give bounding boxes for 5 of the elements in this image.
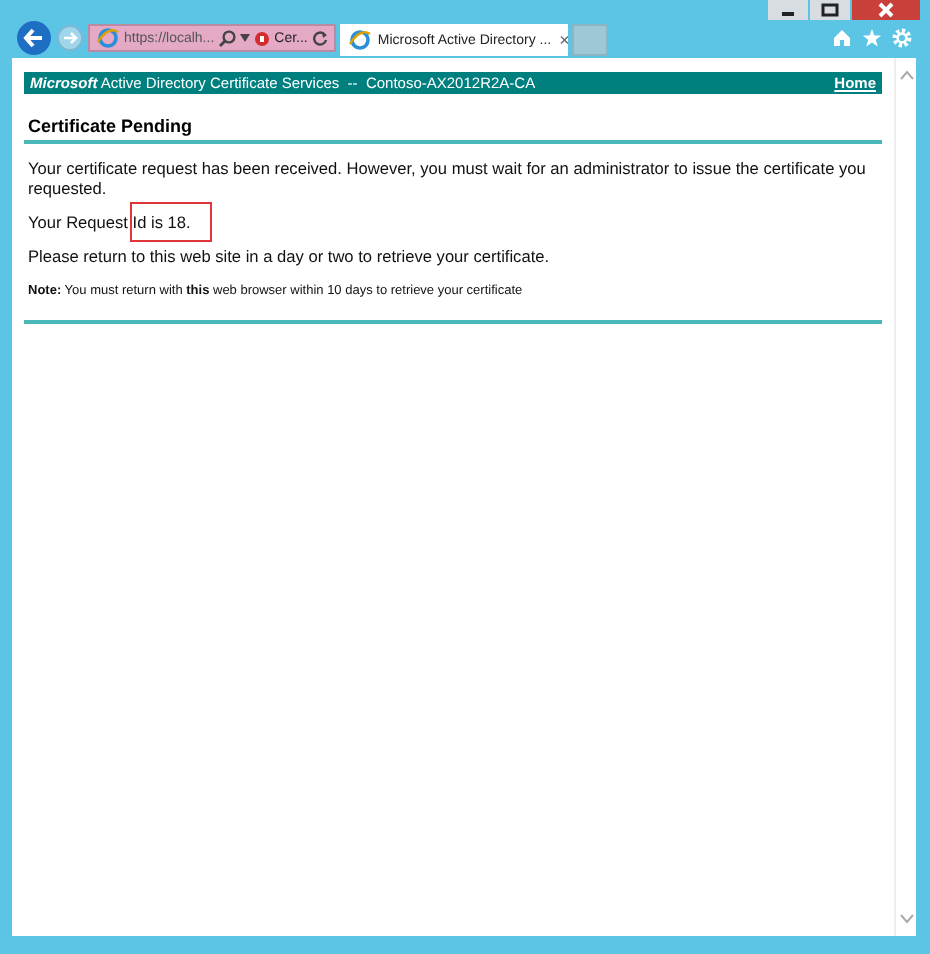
paragraph: Your certificate request has been received. However, you must wait for an administrator to issue the certificate you requested. (28, 158, 868, 198)
close-tab-button[interactable]: × (557, 31, 572, 49)
paragraph: Please return to this web site in a day or two to retrieve your certificate. (28, 246, 550, 266)
paragraph: Your Request Id is 18. (28, 212, 191, 232)
page-heading: Certificate Pending (26, 116, 195, 136)
